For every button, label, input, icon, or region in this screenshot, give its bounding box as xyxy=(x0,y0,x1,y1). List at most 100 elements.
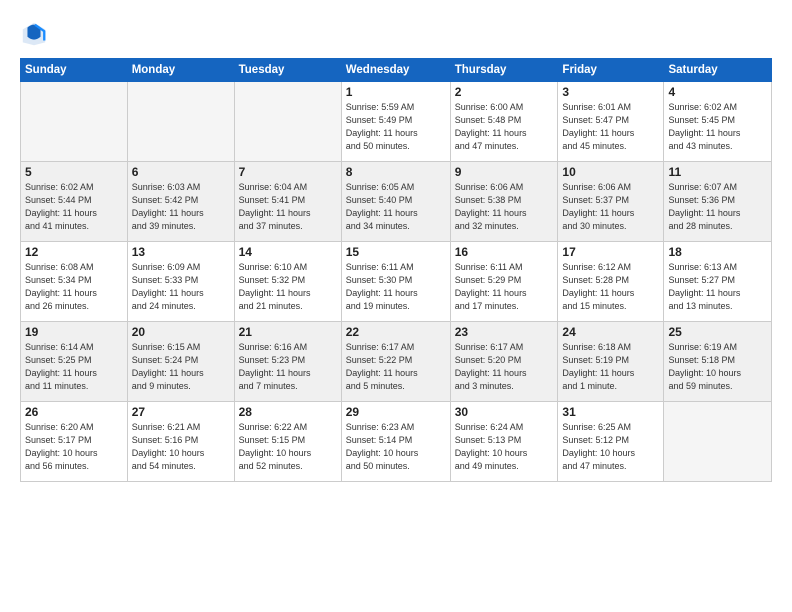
weekday-header-friday: Friday xyxy=(558,59,664,82)
calendar-cell: 16 Sunrise: 6:11 AM Sunset: 5:29 PM Dayli… xyxy=(450,242,558,322)
weekday-header-tuesday: Tuesday xyxy=(234,59,341,82)
calendar-cell: 5Sunrise: 6:02 AM Sunset: 5:44 PM Daylig… xyxy=(21,162,128,242)
day-info: Sunrise: 6:16 AM Sunset: 5:23 PM Dayligh… xyxy=(239,341,337,393)
day-number: 26 xyxy=(25,405,123,419)
weekday-header-monday: Monday xyxy=(127,59,234,82)
day-info: Sunrise: 6:19 AM Sunset: 5:18 PM Dayligh… xyxy=(668,341,767,393)
calendar-cell: 4 Sunrise: 6:02 AM Sunset: 5:45 PM Daylig… xyxy=(664,82,772,162)
calendar-cell: 26 Sunrise: 6:20 AM Sunset: 5:17 PM Dayli… xyxy=(21,402,128,482)
calendar-cell: 8Sunrise: 6:05 AM Sunset: 5:40 PM Daylig… xyxy=(341,162,450,242)
day-number: 6 xyxy=(132,165,230,179)
day-number: 10 xyxy=(562,165,659,179)
weekday-header-row: SundayMondayTuesdayWednesdayThursdayFrid… xyxy=(21,59,772,82)
day-number: 13 xyxy=(132,245,230,259)
day-info: Sunrise: 6:08 AM Sunset: 5:34 PM Dayligh… xyxy=(25,261,123,313)
logo-icon xyxy=(20,20,48,48)
week-row-5: 26 Sunrise: 6:20 AM Sunset: 5:17 PM Dayli… xyxy=(21,402,772,482)
calendar-cell: 21 Sunrise: 6:16 AM Sunset: 5:23 PM Dayli… xyxy=(234,322,341,402)
day-number: 17 xyxy=(562,245,659,259)
day-number: 12 xyxy=(25,245,123,259)
day-info: Sunrise: 5:59 AM Sunset: 5:49 PM Dayligh… xyxy=(346,101,446,153)
calendar-cell: 2 Sunrise: 6:00 AM Sunset: 5:48 PM Daylig… xyxy=(450,82,558,162)
calendar-cell: 10Sunrise: 6:06 AM Sunset: 5:37 PM Dayli… xyxy=(558,162,664,242)
day-info: Sunrise: 6:04 AM Sunset: 5:41 PM Dayligh… xyxy=(239,181,337,233)
day-number: 20 xyxy=(132,325,230,339)
day-info: Sunrise: 6:22 AM Sunset: 5:15 PM Dayligh… xyxy=(239,421,337,473)
day-number: 7 xyxy=(239,165,337,179)
calendar-cell: 25 Sunrise: 6:19 AM Sunset: 5:18 PM Dayli… xyxy=(664,322,772,402)
day-info: Sunrise: 6:12 AM Sunset: 5:28 PM Dayligh… xyxy=(562,261,659,313)
day-info: Sunrise: 6:02 AM Sunset: 5:45 PM Dayligh… xyxy=(668,101,767,153)
calendar-cell: 19 Sunrise: 6:14 AM Sunset: 5:25 PM Dayli… xyxy=(21,322,128,402)
day-number: 25 xyxy=(668,325,767,339)
day-number: 9 xyxy=(455,165,554,179)
week-row-4: 19 Sunrise: 6:14 AM Sunset: 5:25 PM Dayli… xyxy=(21,322,772,402)
day-info: Sunrise: 6:25 AM Sunset: 5:12 PM Dayligh… xyxy=(562,421,659,473)
week-row-3: 12 Sunrise: 6:08 AM Sunset: 5:34 PM Dayli… xyxy=(21,242,772,322)
day-number: 15 xyxy=(346,245,446,259)
day-info: Sunrise: 6:03 AM Sunset: 5:42 PM Dayligh… xyxy=(132,181,230,233)
day-number: 28 xyxy=(239,405,337,419)
weekday-header-wednesday: Wednesday xyxy=(341,59,450,82)
day-info: Sunrise: 6:18 AM Sunset: 5:19 PM Dayligh… xyxy=(562,341,659,393)
header xyxy=(20,18,772,50)
calendar-cell: 31 Sunrise: 6:25 AM Sunset: 5:12 PM Dayli… xyxy=(558,402,664,482)
calendar-cell: 7 Sunrise: 6:04 AM Sunset: 5:41 PM Daylig… xyxy=(234,162,341,242)
day-number: 24 xyxy=(562,325,659,339)
day-number: 27 xyxy=(132,405,230,419)
weekday-header-sunday: Sunday xyxy=(21,59,128,82)
calendar-cell xyxy=(234,82,341,162)
day-number: 22 xyxy=(346,325,446,339)
day-info: Sunrise: 6:17 AM Sunset: 5:22 PM Dayligh… xyxy=(346,341,446,393)
day-number: 5 xyxy=(25,165,123,179)
week-row-1: 1 Sunrise: 5:59 AM Sunset: 5:49 PM Daylig… xyxy=(21,82,772,162)
day-number: 2 xyxy=(455,85,554,99)
calendar-cell: 28 Sunrise: 6:22 AM Sunset: 5:15 PM Dayli… xyxy=(234,402,341,482)
day-number: 23 xyxy=(455,325,554,339)
day-info: Sunrise: 6:01 AM Sunset: 5:47 PM Dayligh… xyxy=(562,101,659,153)
day-info: Sunrise: 6:23 AM Sunset: 5:14 PM Dayligh… xyxy=(346,421,446,473)
day-info: Sunrise: 6:09 AM Sunset: 5:33 PM Dayligh… xyxy=(132,261,230,313)
calendar-cell: 30Sunrise: 6:24 AM Sunset: 5:13 PM Dayli… xyxy=(450,402,558,482)
day-number: 19 xyxy=(25,325,123,339)
calendar-cell: 17 Sunrise: 6:12 AM Sunset: 5:28 PM Dayli… xyxy=(558,242,664,322)
page: SundayMondayTuesdayWednesdayThursdayFrid… xyxy=(0,0,792,612)
day-info: Sunrise: 6:13 AM Sunset: 5:27 PM Dayligh… xyxy=(668,261,767,313)
calendar-cell: 3 Sunrise: 6:01 AM Sunset: 5:47 PM Daylig… xyxy=(558,82,664,162)
day-info: Sunrise: 6:21 AM Sunset: 5:16 PM Dayligh… xyxy=(132,421,230,473)
day-info: Sunrise: 6:06 AM Sunset: 5:38 PM Dayligh… xyxy=(455,181,554,233)
day-number: 1 xyxy=(346,85,446,99)
weekday-header-saturday: Saturday xyxy=(664,59,772,82)
calendar-cell: 27 Sunrise: 6:21 AM Sunset: 5:16 PM Dayli… xyxy=(127,402,234,482)
calendar-cell: 29 Sunrise: 6:23 AM Sunset: 5:14 PM Dayli… xyxy=(341,402,450,482)
calendar-cell: 6 Sunrise: 6:03 AM Sunset: 5:42 PM Daylig… xyxy=(127,162,234,242)
day-info: Sunrise: 6:20 AM Sunset: 5:17 PM Dayligh… xyxy=(25,421,123,473)
day-number: 4 xyxy=(668,85,767,99)
calendar-cell: 18 Sunrise: 6:13 AM Sunset: 5:27 PM Dayli… xyxy=(664,242,772,322)
day-info: Sunrise: 6:11 AM Sunset: 5:29 PM Dayligh… xyxy=(455,261,554,313)
day-number: 21 xyxy=(239,325,337,339)
calendar-cell: 12 Sunrise: 6:08 AM Sunset: 5:34 PM Dayli… xyxy=(21,242,128,322)
day-number: 11 xyxy=(668,165,767,179)
day-number: 31 xyxy=(562,405,659,419)
calendar-cell: 22 Sunrise: 6:17 AM Sunset: 5:22 PM Dayli… xyxy=(341,322,450,402)
day-number: 16 xyxy=(455,245,554,259)
weekday-header-thursday: Thursday xyxy=(450,59,558,82)
week-row-2: 5Sunrise: 6:02 AM Sunset: 5:44 PM Daylig… xyxy=(21,162,772,242)
day-info: Sunrise: 6:14 AM Sunset: 5:25 PM Dayligh… xyxy=(25,341,123,393)
day-number: 29 xyxy=(346,405,446,419)
day-info: Sunrise: 6:24 AM Sunset: 5:13 PM Dayligh… xyxy=(455,421,554,473)
day-info: Sunrise: 6:07 AM Sunset: 5:36 PM Dayligh… xyxy=(668,181,767,233)
calendar-cell: 23Sunrise: 6:17 AM Sunset: 5:20 PM Dayli… xyxy=(450,322,558,402)
calendar-cell: 11 Sunrise: 6:07 AM Sunset: 5:36 PM Dayli… xyxy=(664,162,772,242)
day-number: 3 xyxy=(562,85,659,99)
calendar-cell: 15 Sunrise: 6:11 AM Sunset: 5:30 PM Dayli… xyxy=(341,242,450,322)
day-number: 14 xyxy=(239,245,337,259)
day-info: Sunrise: 6:15 AM Sunset: 5:24 PM Dayligh… xyxy=(132,341,230,393)
logo xyxy=(20,22,52,50)
calendar-cell xyxy=(127,82,234,162)
day-info: Sunrise: 6:00 AM Sunset: 5:48 PM Dayligh… xyxy=(455,101,554,153)
calendar-table: SundayMondayTuesdayWednesdayThursdayFrid… xyxy=(20,58,772,482)
day-info: Sunrise: 6:11 AM Sunset: 5:30 PM Dayligh… xyxy=(346,261,446,313)
day-number: 18 xyxy=(668,245,767,259)
